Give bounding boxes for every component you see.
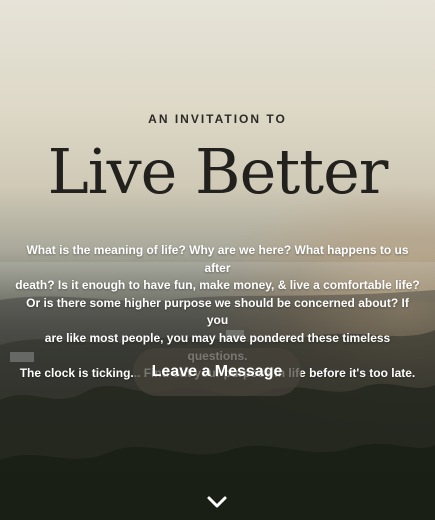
intro-line: death? Is it enough to have fun, make mo… [15, 278, 420, 293]
page-title: Live Better [47, 135, 389, 208]
hero-content: AN INVITATION TO Live Better What is the… [0, 0, 435, 520]
intro-line: Or is there some higher purpose we shoul… [26, 295, 409, 328]
chevron-down-icon[interactable] [206, 494, 228, 510]
intro-line: What is the meaning of life? Why are we … [26, 243, 409, 275]
leave-message-button[interactable]: Leave a Message [133, 348, 301, 396]
eyebrow-text: AN INVITATION TO [148, 112, 287, 126]
